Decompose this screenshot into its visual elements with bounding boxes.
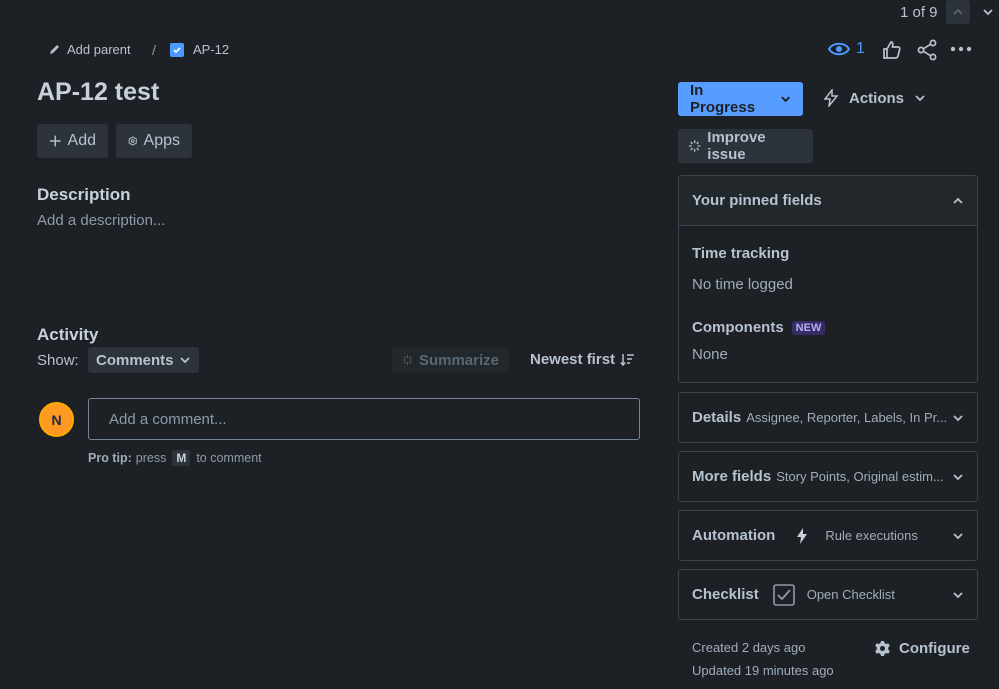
sort-order-button[interactable]: Newest first	[530, 351, 635, 368]
status-dropdown[interactable]: In Progress	[678, 82, 803, 116]
summarize-button[interactable]: Summarize	[392, 347, 509, 373]
improve-issue-button[interactable]: Improve issue	[678, 129, 813, 163]
checklist-title-text: Checklist	[692, 586, 759, 603]
sort-order-label: Newest first	[530, 351, 616, 368]
automation-summary: Rule executions	[825, 528, 918, 543]
actions-label: Actions	[849, 89, 905, 107]
add-parent-button[interactable]: Add parent	[48, 42, 131, 57]
more-fields-section[interactable]: More fields Story Points, Original estim…	[678, 451, 978, 502]
previous-issue-button[interactable]	[946, 0, 970, 24]
chevron-down-icon	[953, 532, 963, 539]
issue-key-link[interactable]: AP-12	[170, 42, 229, 57]
gear-icon	[875, 641, 890, 656]
chevron-down-icon	[780, 96, 790, 103]
automation-section[interactable]: Automation Rule executions	[678, 510, 978, 561]
summarize-label: Summarize	[418, 351, 499, 369]
new-badge: NEW	[791, 320, 826, 335]
more-actions-button[interactable]	[950, 41, 972, 57]
chevron-down-icon	[953, 591, 963, 598]
checklist-icon	[772, 583, 795, 606]
issue-key-label: AP-12	[193, 42, 230, 57]
status-label: In Progress	[690, 82, 756, 116]
chevron-up-icon	[953, 197, 963, 204]
description-heading: Description	[37, 185, 131, 204]
add-button[interactable]: Add	[37, 124, 108, 158]
configure-label: Configure	[899, 640, 970, 657]
more-horizontal-icon	[950, 46, 972, 52]
automation-title-text: Automation	[692, 527, 776, 544]
pro-tip-suffix: to comment	[196, 451, 262, 465]
pro-tip-press: press	[135, 451, 167, 465]
more-fields-summary: Story Points, Original estim...	[776, 469, 944, 484]
sparkle-icon	[402, 355, 413, 365]
time-tracking-label: Time tracking	[692, 245, 790, 262]
details-title: Details Assignee, Reporter, Labels, In P…	[692, 409, 947, 426]
avatar[interactable]: N	[39, 402, 74, 437]
configure-button[interactable]: Configure	[874, 640, 970, 657]
checklist-title: Checklist Open Checklist	[692, 583, 895, 606]
description-field[interactable]: Add a description...	[37, 212, 165, 229]
task-type-icon	[170, 42, 184, 57]
plus-icon	[49, 135, 61, 147]
activity-filter-select[interactable]: Comments	[88, 347, 199, 373]
activity-filter-value: Comments	[96, 351, 174, 369]
details-section[interactable]: Details Assignee, Reporter, Labels, In P…	[678, 392, 978, 443]
next-issue-button[interactable]	[976, 0, 999, 24]
apps-button[interactable]: Apps	[116, 124, 192, 158]
add-button-label: Add	[67, 132, 96, 149]
watch-button[interactable]: 1	[828, 40, 865, 58]
actions-dropdown[interactable]: Actions	[823, 89, 926, 107]
chevron-down-icon	[180, 357, 190, 364]
show-label: Show:	[37, 352, 79, 369]
checklist-section[interactable]: Checklist Open Checklist	[678, 569, 978, 620]
comment-input[interactable]: Add a comment...	[88, 398, 640, 440]
pinned-fields-panel: Your pinned fields Time tracking No time…	[678, 175, 978, 383]
details-summary: Assignee, Reporter, Labels, In Pr...	[746, 410, 948, 425]
pinned-fields-title: Your pinned fields	[692, 192, 822, 209]
pro-tip-label: Pro tip:	[88, 451, 132, 465]
components-label: Components NEW	[692, 319, 826, 336]
apps-button-label: Apps	[143, 132, 180, 149]
lightning-icon	[823, 89, 839, 107]
time-tracking-value[interactable]: No time logged	[692, 276, 793, 293]
more-fields-title-text: More fields	[692, 468, 772, 485]
components-value[interactable]: None	[692, 346, 728, 363]
add-parent-label: Add parent	[67, 42, 131, 57]
thumbs-up-icon	[883, 41, 901, 59]
details-title-text: Details	[692, 409, 742, 426]
checklist-summary: Open Checklist	[806, 587, 895, 602]
sort-descending-icon	[620, 353, 635, 366]
more-fields-title: More fields Story Points, Original estim…	[692, 468, 944, 485]
apps-icon	[128, 136, 137, 146]
improve-issue-label: Improve issue	[707, 129, 766, 163]
chevron-down-icon	[915, 95, 925, 102]
keyboard-shortcut-key: M	[172, 450, 191, 466]
share-button[interactable]	[916, 39, 938, 61]
sparkle-icon	[688, 140, 701, 152]
eye-icon	[828, 42, 850, 56]
lightning-icon	[797, 527, 808, 544]
components-label-text: Components	[692, 319, 784, 336]
pro-tip: Pro tip: press M to comment	[88, 450, 262, 466]
chevron-down-icon	[983, 9, 993, 16]
breadcrumb-separator: /	[152, 42, 156, 58]
updated-timestamp: Updated 19 minutes ago	[692, 663, 834, 678]
vote-button[interactable]	[882, 40, 902, 60]
chevron-down-icon	[953, 414, 963, 421]
share-icon	[917, 39, 937, 61]
created-timestamp: Created 2 days ago	[692, 640, 806, 655]
watch-count: 1	[856, 40, 865, 57]
issue-title[interactable]: AP-12 test	[37, 78, 159, 107]
automation-title: Automation Rule executions	[692, 527, 918, 544]
pinned-fields-header[interactable]: Your pinned fields	[679, 176, 977, 226]
chevron-up-icon	[953, 8, 963, 15]
chevron-down-icon	[953, 473, 963, 480]
activity-heading: Activity	[37, 325, 99, 344]
issue-pager-count: 1 of 9	[900, 4, 938, 21]
pencil-icon	[50, 45, 59, 54]
